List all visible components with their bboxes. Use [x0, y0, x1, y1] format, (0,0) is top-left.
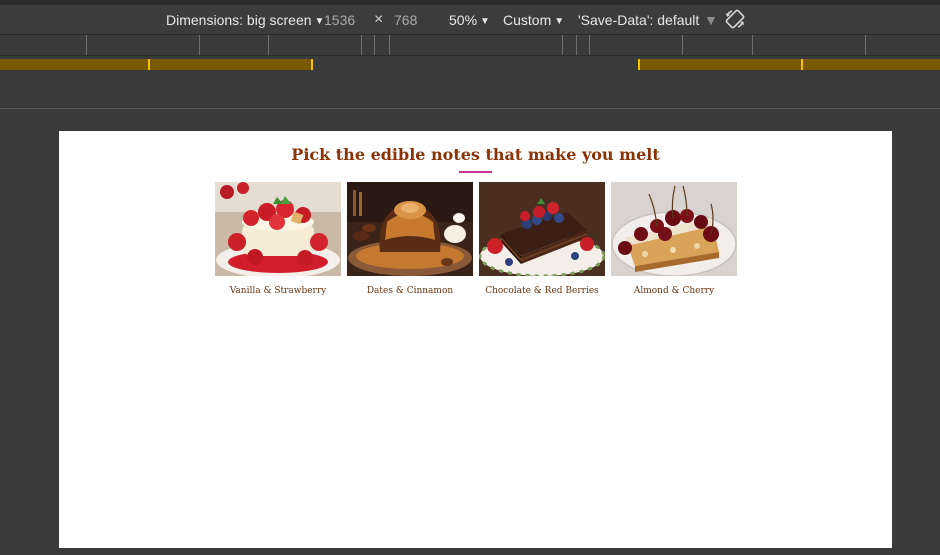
dessert-card[interactable]: Chocolate & Red Berries [479, 182, 605, 296]
media-query-bar [0, 56, 940, 72]
ruler-tick [268, 35, 269, 55]
chevron-down-icon: ▼ [314, 16, 325, 27]
dessert-card[interactable]: Dates & Cinnamon [347, 182, 473, 296]
media-query-ruler [0, 35, 940, 56]
ruler-tick [86, 35, 87, 55]
ruler-tick [752, 35, 753, 55]
dessert-card[interactable]: Vanilla & Strawberry [215, 182, 341, 296]
dessert-caption: Dates & Cinnamon [366, 286, 454, 296]
media-query-marker[interactable] [801, 59, 803, 70]
save-data-label: 'Save-Data': default [578, 12, 700, 28]
dessert-image[interactable] [611, 182, 737, 276]
ruler-tick [576, 35, 577, 55]
ruler-tick [865, 35, 866, 55]
dessert-image[interactable] [347, 182, 473, 276]
chevron-down-icon[interactable]: ▼ [704, 11, 718, 29]
toolbar-spacer [0, 72, 940, 109]
ruler-tick [389, 35, 390, 55]
throttle-label: Custom [503, 12, 552, 28]
dimensions-dropdown[interactable]: Dimensions: big screen ▼ [166, 11, 324, 29]
times-icon: × [374, 11, 384, 28]
dimensions-label: Dimensions: big screen [166, 12, 312, 28]
rotate-icon[interactable] [724, 8, 746, 30]
media-query-marker[interactable] [148, 59, 150, 70]
throttle-dropdown[interactable]: Custom ▼ [503, 11, 564, 29]
dessert-card[interactable]: Almond & Cherry [611, 182, 737, 296]
media-query-band-right[interactable] [639, 59, 940, 70]
chevron-down-icon: ▼ [480, 16, 490, 27]
ruler-tick [374, 35, 375, 55]
media-query-marker[interactable] [311, 59, 313, 70]
ruler-tick [199, 35, 200, 55]
height-input[interactable]: 768 [394, 11, 417, 29]
media-query-band-left[interactable] [0, 59, 313, 70]
dessert-caption: Vanilla & Strawberry [229, 286, 327, 296]
chevron-down-icon: ▼ [554, 16, 565, 27]
ruler-tick [562, 35, 563, 55]
dessert-image[interactable] [479, 182, 605, 276]
emulated-viewport: Pick the edible notes that make you melt [59, 131, 892, 548]
ruler-tick [682, 35, 683, 55]
width-input[interactable]: 1536 [324, 11, 355, 29]
zoom-dropdown[interactable]: 50% ▼ [449, 11, 490, 29]
device-toolbar: Dimensions: big screen ▼ 1536 × 768 50% ▼ … [0, 5, 940, 35]
ruler-tick [589, 35, 590, 55]
ruler-tick [361, 35, 362, 55]
page-title: Pick the edible notes that make you melt [291, 145, 660, 164]
dessert-image[interactable] [215, 182, 341, 276]
title-underline [459, 171, 492, 173]
dessert-caption: Chocolate & Red Berries [485, 286, 599, 296]
media-query-marker[interactable] [638, 59, 640, 70]
save-data-dropdown[interactable]: 'Save-Data': default [578, 11, 699, 29]
dessert-caption: Almond & Cherry [633, 286, 715, 296]
zoom-label: 50% [449, 12, 478, 28]
